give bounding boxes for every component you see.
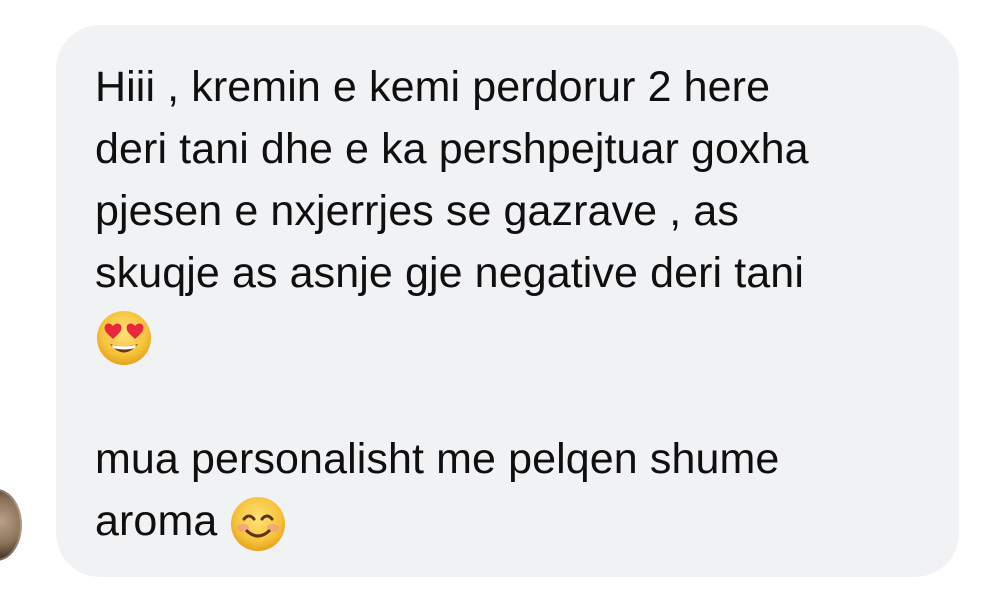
message-line-1: Hiii , kremin e kemi perdorur 2 here xyxy=(95,63,771,111)
message-line-5 xyxy=(95,304,809,366)
message-line-2: deri tani dhe e ka pershpejtuar goxha xyxy=(95,125,809,173)
message-text: Hiii , kremin e kemi perdorur 2 here der… xyxy=(95,56,809,552)
message-line-3: pjesen e nxjerrjes se gazrave , as xyxy=(95,187,739,235)
heart-eyes-emoji-icon xyxy=(95,309,153,367)
message-line-4: skuqje as asnje gje negative deri tani xyxy=(95,249,804,297)
message-line-7-text: aroma xyxy=(95,497,218,545)
sender-avatar[interactable] xyxy=(0,489,22,561)
smiling-emoji-icon xyxy=(229,495,287,553)
message-line-7: aroma xyxy=(95,490,809,552)
message-line-6: mua personalisht me pelqen shume xyxy=(95,435,780,483)
